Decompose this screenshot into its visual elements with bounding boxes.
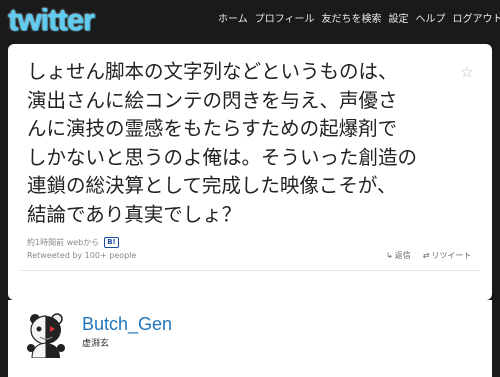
retweet-label: リツイート (431, 251, 472, 260)
nav-logout[interactable]: ログアウト (453, 10, 500, 25)
nav-settings[interactable]: 設定 (389, 10, 409, 25)
tweet-timestamp[interactable]: 約1時間前 webから (27, 237, 99, 248)
screen-name[interactable]: Butch_Gen (82, 314, 172, 335)
reply-button[interactable]: ↳ 返信 (386, 250, 411, 261)
real-name: 虚淵玄 (82, 339, 110, 349)
tweet-meta: 約1時間前 webから B! (27, 237, 119, 248)
divider (20, 270, 480, 271)
hatena-bookmark-badge[interactable]: B! (104, 237, 119, 248)
retweet-icon: ⇄ (422, 251, 430, 260)
author-profile: Butch_Gen 虚淵玄 (8, 300, 492, 377)
twitter-logo[interactable]: twitter (8, 2, 95, 38)
reply-icon: ↳ (386, 251, 393, 260)
nav-find-friends[interactable]: 友だちを検索 (322, 10, 382, 25)
reply-label: 返信 (394, 251, 411, 260)
retweet-info[interactable]: Retweeted by 100+ people (27, 251, 136, 260)
nav-profile[interactable]: プロフィール (255, 10, 315, 25)
tweet-text: しょせん脚本の文字列などというものは、 演出さんに絵コンテの閃きを与え、声優さ … (27, 60, 418, 226)
bear-avatar[interactable] (22, 310, 70, 358)
nav-help[interactable]: ヘルプ (416, 10, 446, 25)
tweet-actions: ↳ 返信 ⇄ リツイート (386, 250, 471, 261)
retweet-button[interactable]: ⇄ リツイート (423, 250, 472, 261)
nav-home[interactable]: ホーム (218, 10, 248, 25)
star-icon[interactable]: ☆ (460, 63, 473, 81)
top-nav: ホーム プロフィール 友だちを検索 設定 ヘルプ ログアウト (218, 10, 500, 25)
top-bar: twitter ホーム プロフィール 友だちを検索 設定 ヘルプ ログアウト (0, 0, 500, 42)
tweet-card: しょせん脚本の文字列などというものは、 演出さんに絵コンテの閃きを与え、声優さ … (8, 44, 492, 300)
